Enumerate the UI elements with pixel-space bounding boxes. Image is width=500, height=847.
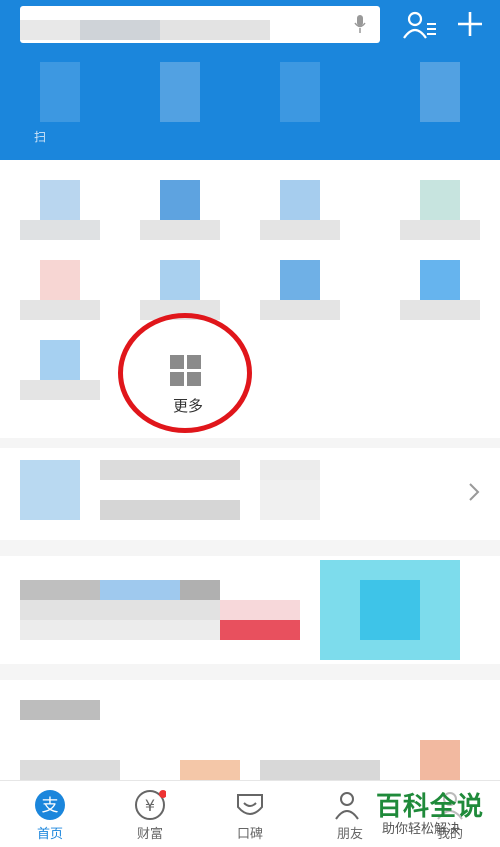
microphone-icon[interactable]: [354, 15, 366, 34]
app-label-blur: [20, 300, 100, 320]
promo-text-blur: [20, 580, 100, 600]
highlight-circle: [118, 313, 252, 433]
card-text-blur: [100, 500, 240, 520]
search-placeholder-blur: [20, 20, 80, 40]
search-input[interactable]: [20, 6, 380, 43]
tab-wealth[interactable]: ¥ 财富: [110, 781, 190, 847]
app-label-blur: [260, 300, 340, 320]
card-text-blur: [100, 460, 240, 480]
promo-badge-blur: [220, 600, 300, 620]
yuan-coin-icon: ¥: [135, 790, 166, 820]
search-placeholder-blur: [160, 20, 270, 40]
koubei-smile-icon: [237, 794, 263, 815]
card-thumbnail: [20, 460, 80, 520]
info-card[interactable]: [0, 448, 500, 540]
pay-shortcut[interactable]: [160, 62, 200, 122]
promo-text-blur: [180, 580, 220, 600]
promo-text-blur: [100, 580, 180, 600]
tab-koubei[interactable]: 口碑: [210, 781, 290, 847]
collect-shortcut[interactable]: [280, 62, 320, 122]
app-grid: [0, 160, 500, 438]
promo-text-blur: [20, 600, 220, 620]
tab-label: 首页: [36, 827, 63, 842]
watermark-subtitle: 助你轻松解决: [382, 822, 461, 837]
app-icon: [160, 180, 200, 220]
app-icon: [40, 340, 80, 380]
promo-image-center: [360, 580, 420, 640]
add-plus-icon[interactable]: [456, 10, 484, 38]
app-label-blur: [20, 380, 100, 400]
feed-text-blur: [20, 760, 120, 780]
card-text-blur: [260, 460, 320, 480]
svg-text:¥: ¥: [145, 796, 155, 815]
feed-thumb-blur: [180, 760, 240, 780]
tab-label: 朋友: [336, 827, 363, 842]
friends-icon: [335, 792, 359, 820]
app-label-blur: [260, 220, 340, 240]
app-icon: [40, 180, 80, 220]
scan-shortcut[interactable]: [40, 62, 80, 122]
alipay-zhi-icon: 支: [35, 790, 65, 820]
app-label-blur: [140, 220, 220, 240]
tab-label: 财富: [136, 827, 163, 842]
app-label-blur: [20, 220, 100, 240]
feed-thumb-blur: [420, 740, 460, 780]
scan-label: 扫: [34, 130, 47, 144]
chevron-right-icon[interactable]: [468, 482, 480, 502]
card-text-blur: [260, 480, 320, 520]
app-icon: [420, 260, 460, 300]
svg-text:支: 支: [42, 796, 59, 816]
contacts-icon[interactable]: [402, 10, 438, 40]
app-icon: [280, 260, 320, 300]
app-icon: [160, 260, 200, 300]
top-header: 扫: [0, 0, 500, 160]
promo-button-blur[interactable]: [220, 620, 300, 640]
search-placeholder-blur: [80, 20, 160, 40]
tab-home[interactable]: 支 首页: [10, 781, 90, 847]
app-icon: [40, 260, 80, 300]
app-icon: [420, 180, 460, 220]
feed-card[interactable]: [0, 680, 500, 780]
app-label-blur: [400, 300, 480, 320]
feed-text-blur: [260, 760, 380, 780]
app-label-blur: [400, 220, 480, 240]
feed-title-blur: [20, 700, 100, 720]
promo-text-blur: [20, 620, 220, 640]
promo-card[interactable]: [0, 556, 500, 664]
tab-label: 口碑: [236, 827, 263, 842]
app-icon: [280, 180, 320, 220]
card-shortcut[interactable]: [420, 62, 460, 122]
